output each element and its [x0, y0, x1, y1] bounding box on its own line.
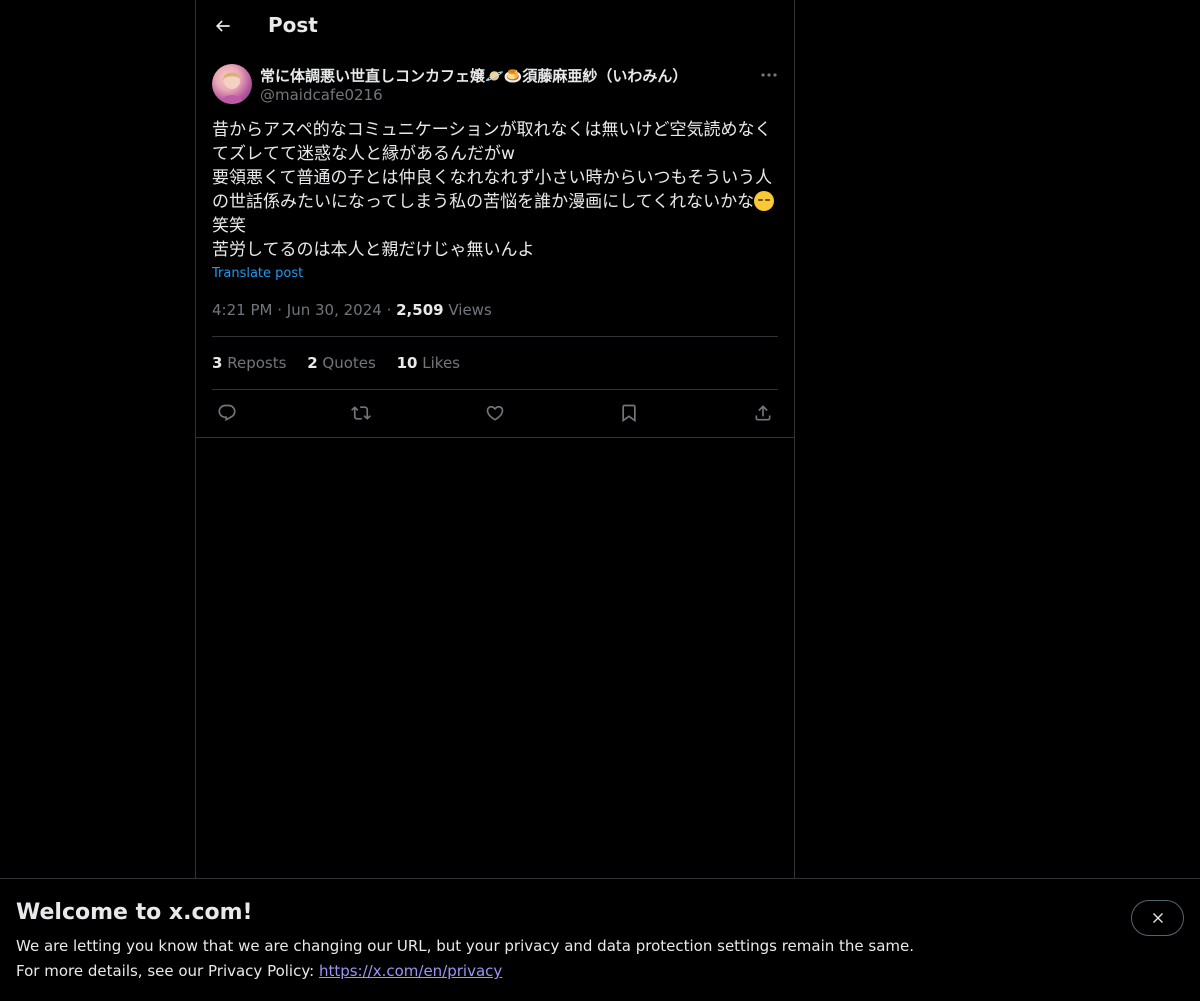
banner-message: We are letting you know that we are chan…	[16, 937, 915, 955]
quotes-count: 2	[307, 354, 318, 372]
banner-title: Welcome to x.com!	[16, 900, 253, 925]
post-text-part2: 笑笑 苦労してるのは本人と親だけじゃ無いんよ	[212, 216, 535, 260]
close-banner-button[interactable]	[1131, 900, 1184, 936]
post-time[interactable]: 4:21 PM	[212, 301, 272, 319]
page-title: Post	[268, 13, 318, 37]
likes-count: 10	[396, 354, 418, 372]
repost-button[interactable]	[346, 400, 376, 426]
views-count: 2,509	[396, 301, 444, 319]
views-label: Views	[448, 301, 492, 319]
likes-label: Likes	[422, 354, 460, 372]
main-column: Post 常に体調悪い世直しコンカフェ嬢🪐🍮須藤麻亜紗（いわみん） @maidc…	[195, 0, 795, 1000]
relieved-face-emoji-icon	[754, 191, 775, 211]
more-options-button[interactable]	[756, 64, 782, 86]
page-header: Post	[196, 0, 794, 54]
like-icon	[485, 403, 505, 423]
post-date[interactable]: Jun 30, 2024	[287, 301, 382, 319]
share-button[interactable]	[748, 400, 778, 426]
banner-privacy-prefix: For more details, see our Privacy Policy…	[16, 962, 319, 980]
post-text: 昔からアスペ的なコミュニケーションが取れなくは無いけど空気読めなくてズレてて迷惑…	[212, 118, 778, 262]
quotes-stat[interactable]: 2 Quotes	[307, 354, 376, 372]
separator-dot: ·	[277, 301, 287, 319]
quotes-label: Quotes	[322, 354, 376, 372]
reposts-count: 3	[212, 354, 223, 372]
author-handle[interactable]: @maidcafe0216	[260, 86, 383, 104]
back-button[interactable]	[206, 9, 240, 43]
like-button[interactable]	[480, 400, 510, 426]
post-stats: 3 Reposts 2 Quotes 10 Likes	[212, 354, 476, 372]
bookmark-icon	[619, 403, 639, 423]
divider	[212, 336, 778, 337]
welcome-banner: Welcome to x.com! We are letting you kno…	[0, 878, 1200, 1001]
privacy-policy-link[interactable]: https://x.com/en/privacy	[319, 962, 502, 980]
reposts-label: Reposts	[227, 354, 287, 372]
banner-privacy-line: For more details, see our Privacy Policy…	[16, 962, 502, 980]
bookmark-button[interactable]	[614, 400, 644, 426]
reply-icon	[217, 403, 237, 423]
arrow-left-icon	[213, 16, 233, 36]
close-icon	[1150, 910, 1166, 926]
author-display-name[interactable]: 常に体調悪い世直しコンカフェ嬢🪐🍮須藤麻亜紗（いわみん）	[260, 65, 687, 86]
more-horizontal-icon	[761, 73, 777, 77]
post-metadata: 4:21 PM · Jun 30, 2024 · 2,509 Views	[212, 301, 492, 319]
translate-post-link[interactable]: Translate post	[212, 266, 303, 281]
reposts-stat[interactable]: 3 Reposts	[212, 354, 286, 372]
avatar[interactable]	[212, 64, 252, 104]
post-actions-bar	[212, 400, 778, 426]
share-icon	[753, 403, 773, 423]
likes-stat[interactable]: 10 Likes	[397, 354, 460, 372]
separator-dot: ·	[386, 301, 397, 319]
post-text-part1: 昔からアスペ的なコミュニケーションが取れなくは無いけど空気読めなくてズレてて迷惑…	[212, 120, 773, 212]
divider	[196, 437, 794, 438]
repost-icon	[350, 403, 372, 423]
divider	[212, 389, 778, 390]
reply-button[interactable]	[212, 400, 242, 426]
